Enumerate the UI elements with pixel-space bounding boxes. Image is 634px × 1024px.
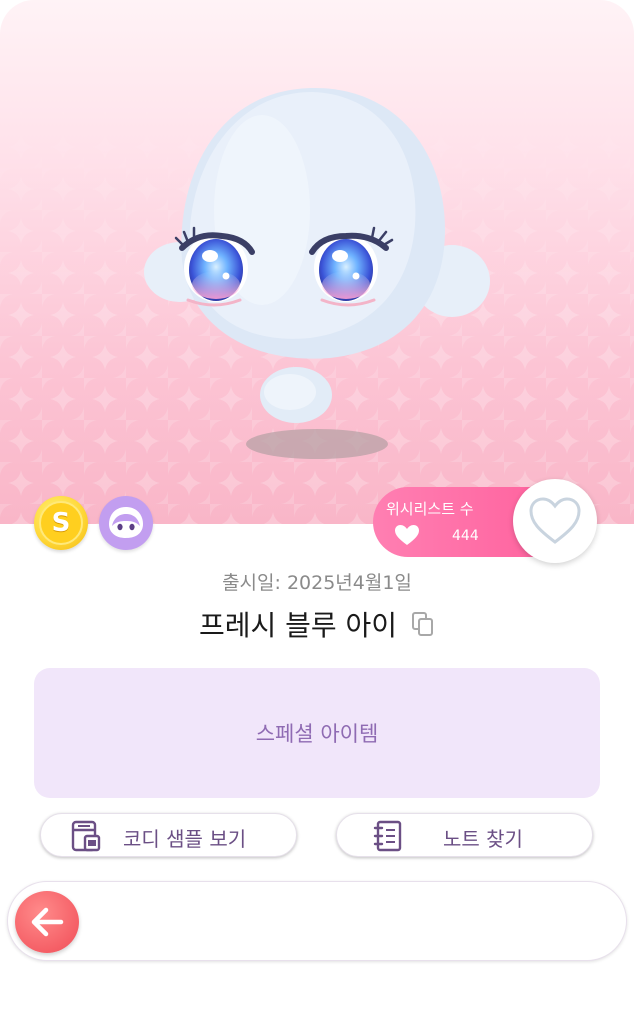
ghost-avatar-with-eyes: [144, 88, 490, 459]
add-to-wishlist-button[interactable]: [513, 479, 597, 563]
back-button[interactable]: [15, 891, 79, 953]
face-icon-shape: [109, 507, 143, 538]
special-item-box: 스페셜 아이템: [34, 668, 600, 798]
coordi-sample-label: 코디 샘플 보기: [123, 827, 247, 851]
item-preview-area: [0, 0, 634, 524]
avatar-face-icon: [99, 496, 153, 550]
note-search-label: 노트 찾기: [443, 827, 523, 851]
item-name: 프레시 블루 아이: [198, 609, 398, 642]
heart-icon: [395, 525, 419, 545]
notebook-icon: [373, 820, 402, 852]
item-detail-screen: S 위시리스트 수 444 출시일: 2025년4월1일 프레시 블루 아이 스…: [0, 0, 634, 1024]
coordi-sample-button[interactable]: 코디 샘플 보기: [40, 813, 297, 857]
coordi-sample-icon: [71, 820, 101, 852]
heart-outline-icon: [529, 497, 581, 544]
arrow-left-icon: [31, 907, 64, 937]
special-item-label: 스페셜 아이템: [255, 722, 379, 746]
release-date: 출시일: 2025년4월1일: [222, 572, 412, 594]
item-title-row: 프레시 블루 아이: [0, 604, 634, 644]
coin-letter: S: [39, 501, 83, 545]
wishlist-count: 444: [452, 528, 479, 544]
bottom-bar: [7, 881, 627, 961]
wishlist-label: 위시리스트 수: [386, 500, 474, 518]
note-search-button[interactable]: 노트 찾기: [336, 813, 593, 857]
copy-icon[interactable]: [411, 611, 435, 637]
coin-icon: S: [34, 496, 88, 550]
